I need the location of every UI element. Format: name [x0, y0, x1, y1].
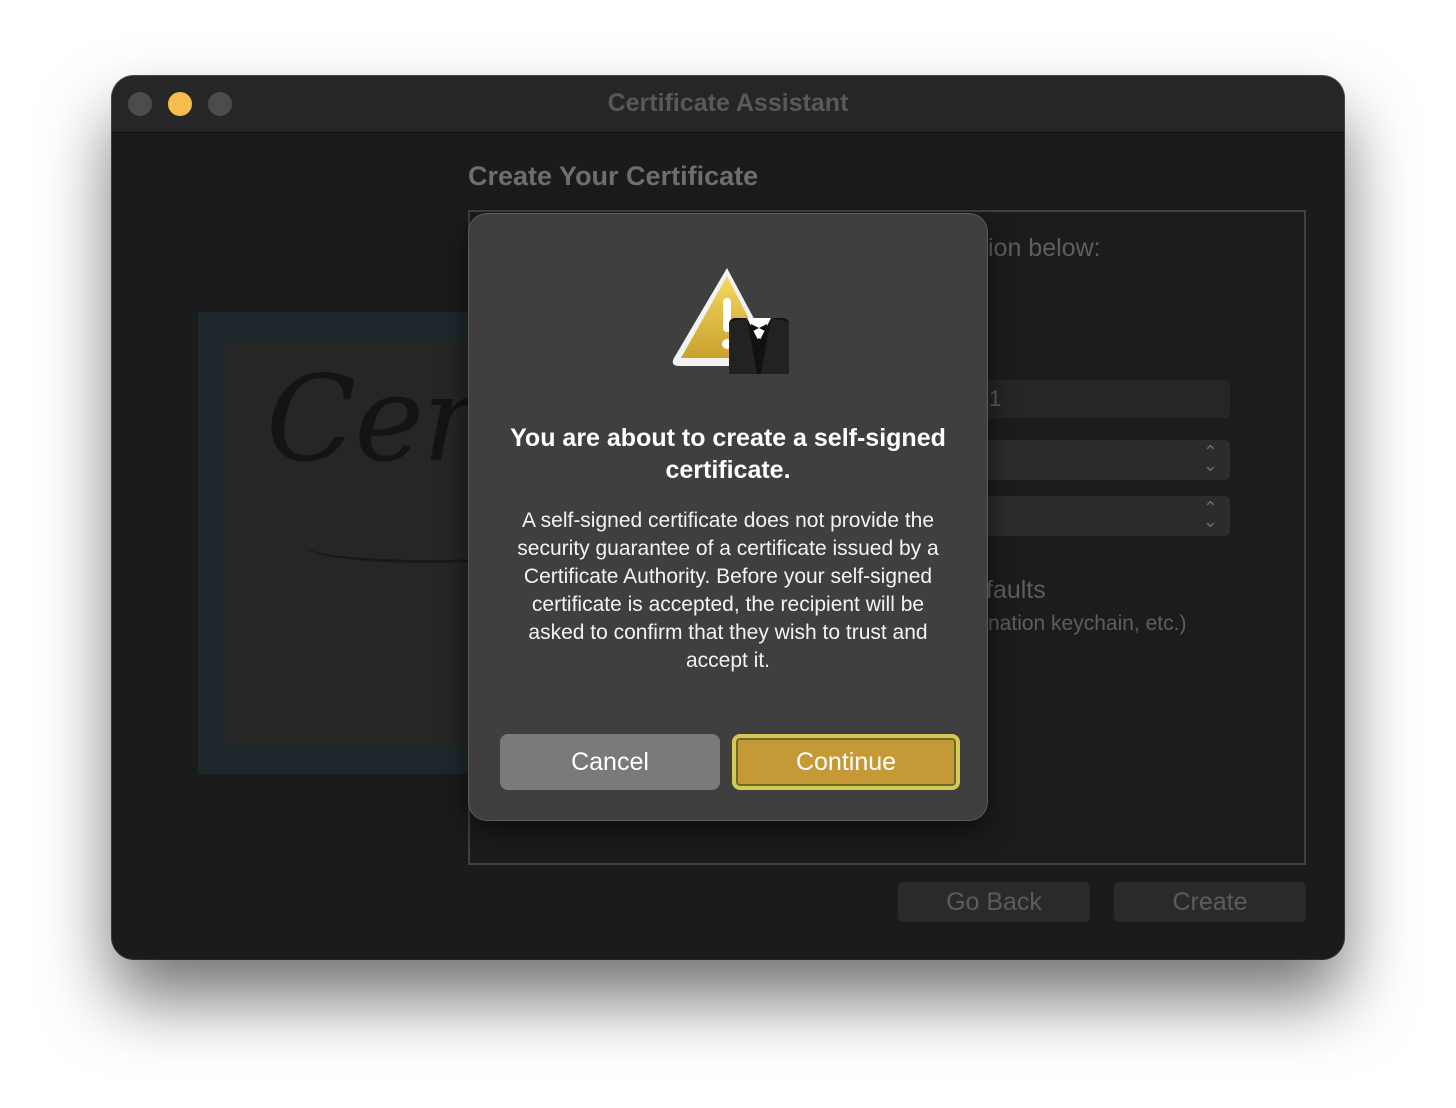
name-field[interactable]: 1 — [975, 380, 1230, 418]
instruction-text: ion below: — [988, 234, 1101, 262]
page-heading: Create Your Certificate — [468, 161, 759, 191]
name-field-value: 1 — [989, 386, 1002, 411]
override-defaults-label[interactable]: faults — [986, 576, 1046, 605]
chevron-updown-icon: ⌃ ⌄ — [1202, 442, 1218, 475]
self-signed-alert-dialog: You are about to create a self-signed ce… — [469, 214, 987, 820]
chevron-updown-icon: ⌃ ⌄ — [1202, 498, 1218, 531]
continue-button[interactable]: Continue — [732, 734, 960, 790]
identity-type-popup[interactable]: ⌃ ⌄ — [975, 440, 1230, 480]
title-bar[interactable]: Certificate Assistant — [112, 76, 1344, 133]
alert-message: A self-signed certificate does not provi… — [517, 509, 939, 672]
alert-title: You are about to create a self-signed ce… — [510, 424, 946, 484]
certificate-type-popup[interactable]: ⌃ ⌄ — [975, 496, 1230, 536]
create-button[interactable]: Create — [1114, 882, 1306, 922]
certificate-paper: Cert — [226, 340, 546, 748]
certificate-illustration: Cert — [198, 312, 546, 774]
warning-triangle-tuxedo-icon — [667, 262, 793, 382]
go-back-button[interactable]: Go Back — [898, 882, 1090, 922]
override-defaults-hint: nation keychain, etc.) — [988, 612, 1187, 635]
window-title: Certificate Assistant — [607, 89, 849, 117]
cancel-button[interactable]: Cancel — [500, 734, 720, 790]
